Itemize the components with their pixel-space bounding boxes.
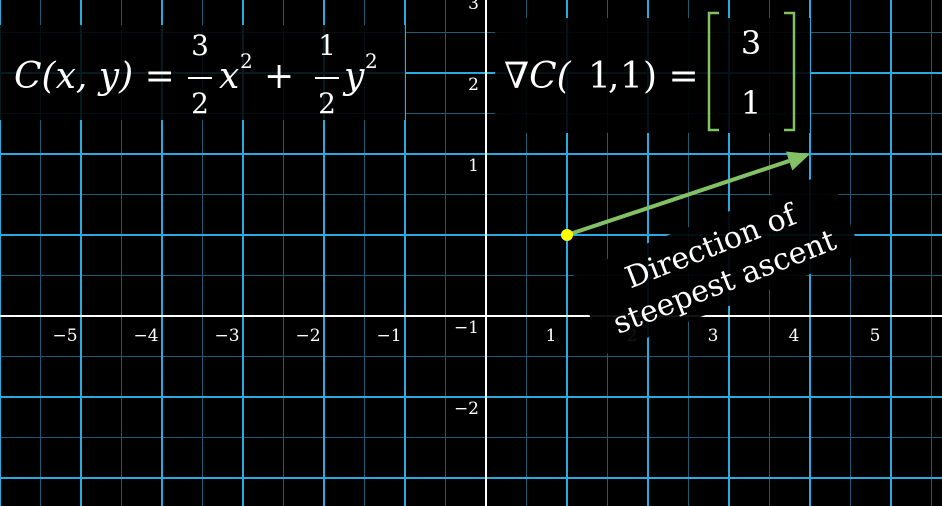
x-tick-label: 3 <box>708 326 719 346</box>
gradient-vector-bottom: 1 <box>741 84 761 122</box>
x-tick-label: 1 <box>546 326 557 346</box>
x-tick-label: −3 <box>214 326 239 346</box>
x-tick-label: −4 <box>133 326 158 346</box>
x-tick-label: −2 <box>295 326 320 346</box>
x-tick-label: −1 <box>376 326 401 346</box>
formula-frac1-numerator: 3 <box>191 29 209 62</box>
x-tick-label: 5 <box>870 326 881 346</box>
formula-plus: + <box>264 56 294 97</box>
y-tick-label: 3 <box>468 0 479 14</box>
x-tick-label: −5 <box>52 326 77 346</box>
formula-exp2: 2 <box>365 49 378 73</box>
formula-frac2-numerator: 1 <box>318 29 336 62</box>
gradient-nabla: ∇C( <box>504 56 572 97</box>
gradient-close: ) = <box>643 56 699 97</box>
gradient-point-y: 1 <box>620 56 643 97</box>
y-tick-label: −1 <box>454 318 479 338</box>
formula-exp1: 2 <box>240 49 253 73</box>
formula-term1: x <box>219 56 239 97</box>
gradient-arrow-head <box>785 151 810 171</box>
formula-lhs: C(x, y) = <box>14 56 175 97</box>
point-marker <box>561 229 573 241</box>
x-tick-label: 4 <box>789 326 800 346</box>
gradient-comma: , <box>608 56 619 97</box>
formula-term2: y <box>342 56 365 97</box>
y-tick-label: 2 <box>468 75 479 95</box>
gradient-vector-top: 3 <box>741 24 761 62</box>
y-tick-label: 1 <box>468 156 479 176</box>
formula-frac1-denominator: 2 <box>191 87 209 120</box>
formula-frac2-denominator: 2 <box>318 87 336 120</box>
coordinate-plane: −5−4−3−2−112345 4321−1−2 C(x, y) = 3 2 x… <box>0 0 942 506</box>
y-tick-label: −2 <box>454 399 479 419</box>
